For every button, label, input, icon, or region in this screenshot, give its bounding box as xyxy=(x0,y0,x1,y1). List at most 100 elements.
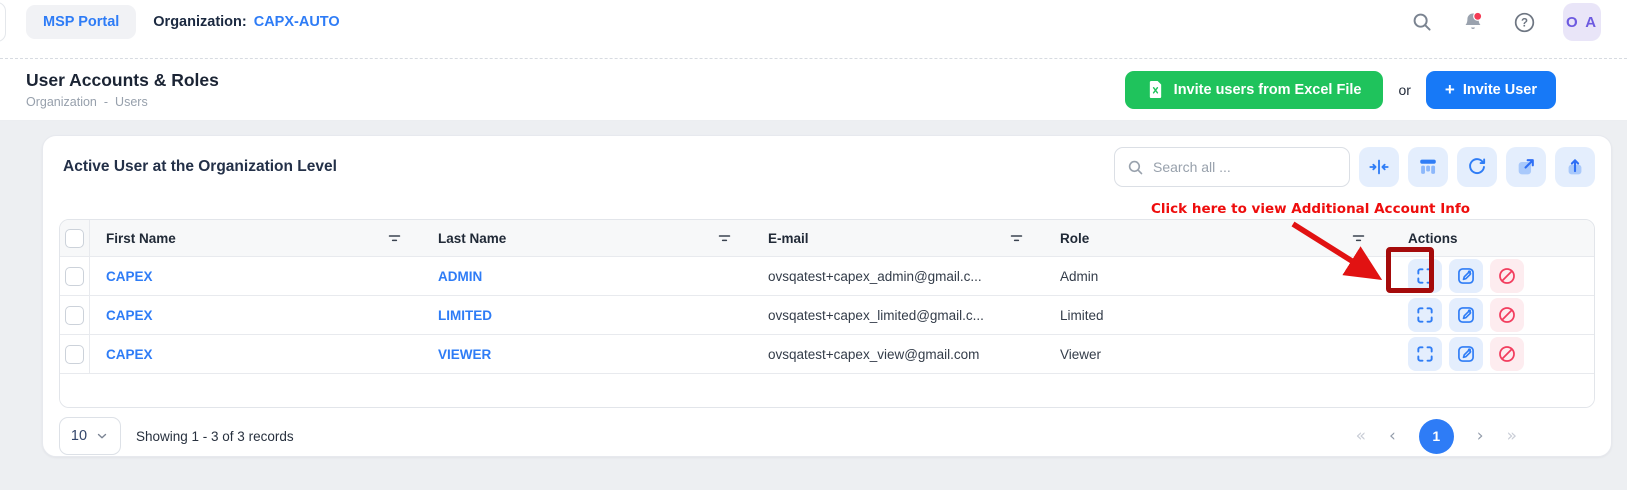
column-header-first-name[interactable]: First Name xyxy=(90,220,422,256)
table-controls xyxy=(1114,147,1595,187)
first-name-link[interactable]: CAPEX xyxy=(106,308,153,323)
page-size-value: 10 xyxy=(71,428,87,444)
view-account-info-button[interactable] xyxy=(1408,298,1442,332)
last-name-link[interactable]: VIEWER xyxy=(438,347,491,362)
refresh-button[interactable] xyxy=(1457,147,1497,187)
search-all-box xyxy=(1114,147,1350,187)
actions-cell xyxy=(1386,335,1594,373)
deactivate-user-button[interactable] xyxy=(1490,259,1524,293)
view-account-info-button[interactable] xyxy=(1408,259,1442,293)
last-page-button[interactable]: » xyxy=(1507,426,1517,446)
breadcrumb-parent[interactable]: Organization xyxy=(26,95,97,109)
filter-icon[interactable] xyxy=(1009,232,1024,245)
edit-user-button[interactable] xyxy=(1449,337,1483,371)
upload-icon xyxy=(1564,156,1586,178)
excel-file-icon xyxy=(1147,80,1164,99)
page-header: User Accounts & Roles Organization - Use… xyxy=(0,59,1627,121)
export-upload-button[interactable] xyxy=(1555,147,1595,187)
ban-icon xyxy=(1497,266,1517,286)
card-top: Active User at the Organization Level xyxy=(59,147,1595,187)
breadcrumb-separator: - xyxy=(104,95,108,109)
row-checkbox[interactable] xyxy=(65,267,84,286)
edit-pencil-icon xyxy=(1456,344,1476,364)
role-cell: Viewer xyxy=(1044,335,1386,373)
email-cell: ovsqatest+capex_admin@gmail.c... xyxy=(752,257,1044,295)
plus-icon: + xyxy=(1445,80,1455,100)
filter-icon[interactable] xyxy=(1351,232,1366,245)
table-footer: 10 Showing 1 - 3 of 3 records « ‹ 1 › » xyxy=(59,417,1595,455)
users-table: First Name Last Name E-mail xyxy=(59,219,1595,408)
column-header-role[interactable]: Role xyxy=(1044,220,1386,256)
expand-icon xyxy=(1415,344,1435,364)
collapse-columns-icon xyxy=(1368,156,1390,178)
row-checkbox-cell xyxy=(60,335,90,373)
ban-icon xyxy=(1497,344,1517,364)
pagination: « ‹ 1 › » xyxy=(1356,419,1517,454)
role-cell: Admin xyxy=(1044,257,1386,295)
filter-icon[interactable] xyxy=(387,232,402,245)
columns-button[interactable] xyxy=(1408,147,1448,187)
expand-icon xyxy=(1415,305,1435,325)
title-block: User Accounts & Roles Organization - Use… xyxy=(26,70,219,109)
avatar[interactable]: O A xyxy=(1563,3,1601,41)
edit-pencil-icon xyxy=(1456,305,1476,325)
row-checkbox[interactable] xyxy=(65,306,84,325)
expand-icon xyxy=(1415,266,1435,286)
edit-pencil-icon xyxy=(1456,266,1476,286)
table-row: CAPEX LIMITED ovsqatest+capex_limited@gm… xyxy=(60,295,1594,334)
notifications-bell-icon[interactable] xyxy=(1461,10,1485,34)
search-all-input[interactable] xyxy=(1153,159,1337,175)
table-empty-band xyxy=(60,373,1594,407)
first-page-button[interactable]: « xyxy=(1356,426,1366,446)
edit-user-button[interactable] xyxy=(1449,259,1483,293)
refresh-icon xyxy=(1466,156,1488,178)
column-label: Role xyxy=(1060,231,1089,246)
column-header-last-name[interactable]: Last Name xyxy=(422,220,752,256)
column-header-email[interactable]: E-mail xyxy=(752,220,1044,256)
current-page-button[interactable]: 1 xyxy=(1419,419,1454,454)
row-checkbox[interactable] xyxy=(65,345,84,364)
row-checkbox-cell xyxy=(60,257,90,295)
view-account-info-button[interactable] xyxy=(1408,337,1442,371)
email-cell: ovsqatest+capex_view@gmail.com xyxy=(752,335,1044,373)
last-name-link[interactable]: LIMITED xyxy=(438,308,492,323)
page-title: User Accounts & Roles xyxy=(26,70,219,91)
invite-user-button[interactable]: + Invite User xyxy=(1426,71,1556,109)
edit-user-button[interactable] xyxy=(1449,298,1483,332)
prev-page-button[interactable]: ‹ xyxy=(1389,426,1396,446)
filter-icon[interactable] xyxy=(717,232,732,245)
topbar-actions: ? O A xyxy=(1410,3,1601,41)
deactivate-user-button[interactable] xyxy=(1490,337,1524,371)
invite-user-label: Invite User xyxy=(1463,82,1537,98)
select-all-checkbox[interactable] xyxy=(65,229,84,248)
ban-icon xyxy=(1497,305,1517,325)
first-name-link[interactable]: CAPEX xyxy=(106,269,153,284)
invite-users-excel-button[interactable]: Invite users from Excel File xyxy=(1125,71,1384,109)
first-name-link[interactable]: CAPEX xyxy=(106,347,153,362)
column-label: Actions xyxy=(1408,231,1458,246)
deactivate-user-button[interactable] xyxy=(1490,298,1524,332)
page-size-select[interactable]: 10 xyxy=(59,417,121,455)
topbar: MSP Portal Organization: CAPX-AUTO ? O A xyxy=(0,0,1627,59)
invite-users-excel-label: Invite users from Excel File xyxy=(1174,82,1362,98)
search-icon[interactable] xyxy=(1410,10,1434,34)
fit-columns-button[interactable] xyxy=(1359,147,1399,187)
open-external-button[interactable] xyxy=(1506,147,1546,187)
column-header-actions: Actions xyxy=(1386,220,1594,256)
sidebar-edge xyxy=(0,2,6,42)
next-page-button[interactable]: › xyxy=(1477,426,1484,446)
email-cell: ovsqatest+capex_limited@gmail.c... xyxy=(752,296,1044,334)
header-checkbox-cell xyxy=(60,220,90,256)
external-link-icon xyxy=(1515,156,1537,178)
card-heading: Active User at the Organization Level xyxy=(59,158,337,176)
help-icon[interactable]: ? xyxy=(1512,10,1536,34)
row-checkbox-cell xyxy=(60,296,90,334)
organization-value-link[interactable]: CAPX-AUTO xyxy=(254,14,340,30)
last-name-link[interactable]: ADMIN xyxy=(438,269,482,284)
table-row: CAPEX ADMIN ovsqatest+capex_admin@gmail.… xyxy=(60,256,1594,295)
column-label: First Name xyxy=(106,231,176,246)
table-row: CAPEX VIEWER ovsqatest+capex_view@gmail.… xyxy=(60,334,1594,373)
chevron-down-icon xyxy=(95,429,109,443)
breadcrumb-current: Users xyxy=(115,95,148,109)
msp-portal-button[interactable]: MSP Portal xyxy=(26,5,136,39)
